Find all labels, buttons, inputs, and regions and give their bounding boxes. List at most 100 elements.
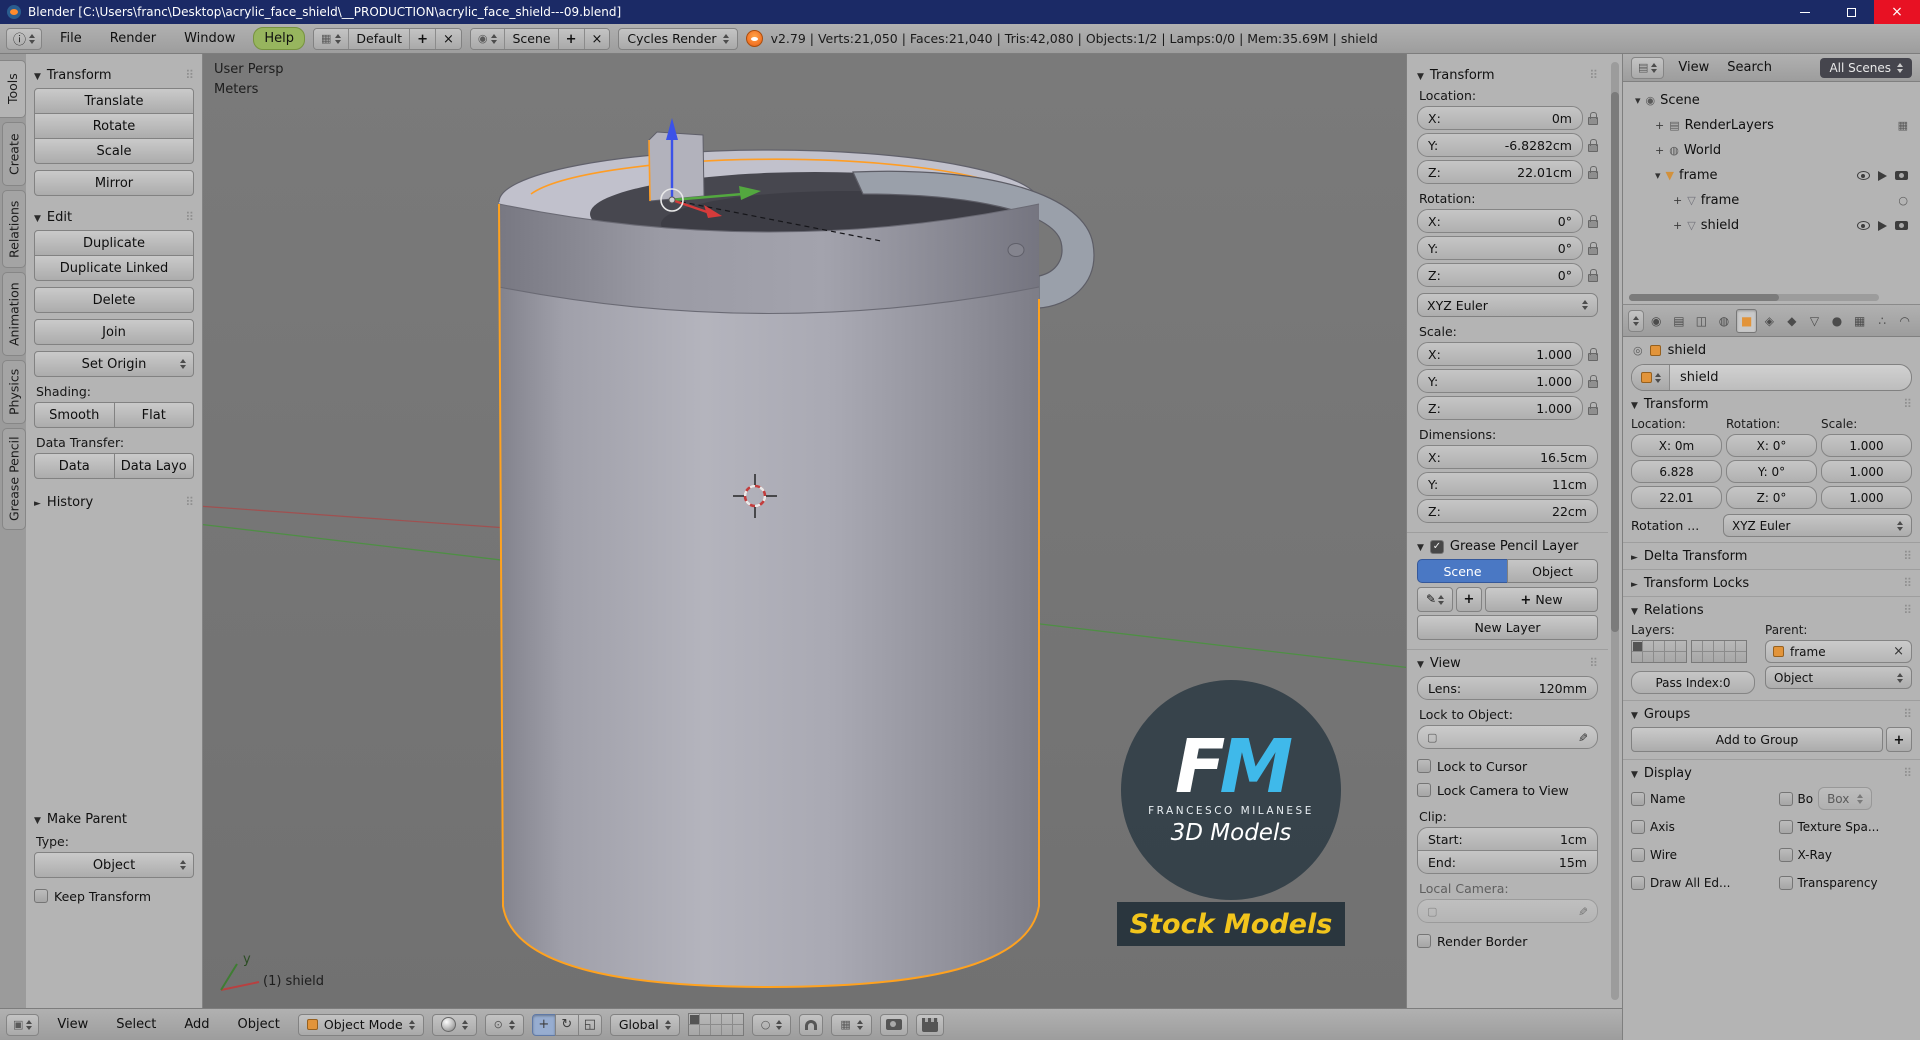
scene-browse[interactable]: ◉ <box>470 28 506 49</box>
delta-transform-panel-header[interactable]: Delta Transform <box>1631 549 1912 564</box>
menu-render[interactable]: Render <box>100 28 166 49</box>
gp-add-button[interactable] <box>1456 587 1482 612</box>
scale-x-field[interactable]: 1.000 <box>1821 434 1912 457</box>
make-parent-panel-header[interactable]: Make Parent <box>34 812 194 827</box>
scrollbar-thumb[interactable] <box>1629 294 1779 301</box>
lens-field[interactable]: Lens: 120mm <box>1417 676 1598 700</box>
clip-end-field[interactable]: End: 15m <box>1417 850 1598 874</box>
renderability-toggle-icon[interactable] <box>1895 221 1908 230</box>
lock-icon[interactable] <box>1588 374 1598 388</box>
render-engine-select[interactable]: Cycles Render <box>618 27 738 50</box>
location-y-field[interactable]: 6.828 <box>1631 460 1722 483</box>
translate-button[interactable]: Translate <box>34 88 194 114</box>
clear-icon[interactable] <box>1893 644 1904 659</box>
parent-type-select[interactable]: Object <box>34 852 194 878</box>
display-all-edges-checkbox[interactable] <box>1631 875 1645 890</box>
lock-icon[interactable] <box>1588 241 1598 255</box>
location-x-field[interactable]: X: 0m <box>1417 106 1583 130</box>
menu-add[interactable]: Add <box>174 1014 219 1035</box>
tab-relations[interactable]: Relations <box>2 190 26 268</box>
scale-x-field[interactable]: X: 1.000 <box>1417 342 1583 366</box>
parent-field[interactable]: frame <box>1765 640 1912 663</box>
expand-icon[interactable] <box>1655 168 1661 183</box>
scene-name[interactable]: Scene <box>505 28 559 49</box>
add-layout-button[interactable] <box>410 28 436 49</box>
object-name-field[interactable]: shield <box>1631 364 1912 391</box>
manipulator-translate-button[interactable]: + <box>531 1013 556 1036</box>
tab-scene[interactable]: ◫ <box>1691 309 1712 333</box>
groups-panel-header[interactable]: Groups <box>1631 707 1912 722</box>
new-group-button[interactable] <box>1886 727 1912 752</box>
lock-icon[interactable] <box>1588 347 1598 361</box>
menu-help[interactable]: Help <box>253 27 305 50</box>
lock-icon[interactable] <box>1588 111 1598 125</box>
expand-icon[interactable] <box>1673 218 1682 233</box>
outliner-scrollbar[interactable] <box>1629 294 1879 301</box>
duplicate-linked-button[interactable]: Duplicate Linked <box>34 255 194 281</box>
display-panel-header[interactable]: Display <box>1631 766 1912 781</box>
display-texspace-checkbox[interactable] <box>1778 819 1793 834</box>
viewport-shading-select[interactable] <box>431 1013 477 1036</box>
opengl-render-anim-button[interactable] <box>915 1013 944 1036</box>
npanel-transform-header[interactable]: Transform <box>1417 68 1598 83</box>
display-bounds-checkbox[interactable] <box>1778 791 1793 806</box>
lock-icon[interactable] <box>1588 401 1598 415</box>
pin-icon[interactable]: ◎ <box>1633 345 1643 356</box>
tab-material[interactable]: ● <box>1827 309 1848 333</box>
outliner-row-shield[interactable]: ▽ shield <box>1629 213 1916 238</box>
menu-window[interactable]: Window <box>174 28 245 49</box>
outliner-menu-search[interactable]: Search <box>1723 58 1776 77</box>
tab-physics[interactable]: Physics <box>2 360 26 424</box>
close-button[interactable]: × <box>1874 0 1920 24</box>
manipulator-z-arrow[interactable] <box>666 118 678 140</box>
proportional-edit-select[interactable]: ○ <box>751 1013 792 1036</box>
location-y-field[interactable]: Y: -6.8282cm <box>1417 133 1583 157</box>
history-panel-header[interactable]: History <box>34 495 194 510</box>
snap-element-select[interactable]: ▦ <box>831 1013 872 1036</box>
tab-render-layers[interactable]: ▤ <box>1669 309 1690 333</box>
maximize-button[interactable] <box>1828 0 1874 24</box>
visibility-toggle-icon[interactable] <box>1857 171 1870 180</box>
rotation-x-field[interactable]: X: 0° <box>1417 209 1583 233</box>
renderability-toggle-icon[interactable] <box>1895 171 1908 180</box>
menu-view[interactable]: View <box>47 1014 98 1035</box>
outliner-row-frame-object[interactable]: ▼ frame <box>1629 163 1916 188</box>
gp-source-object-button[interactable]: Object <box>1507 559 1598 583</box>
manipulator-rotate-button[interactable]: ↻ <box>554 1013 579 1036</box>
relations-panel-header[interactable]: Relations <box>1631 603 1912 618</box>
add-scene-button[interactable] <box>558 28 585 49</box>
grease-pencil-panel-header[interactable]: Grease Pencil Layer <box>1417 539 1598 554</box>
rotation-z-field[interactable]: Z: 0° <box>1417 263 1583 287</box>
tab-texture[interactable]: ▦ <box>1849 309 1870 333</box>
lock-to-cursor-checkbox[interactable] <box>1417 759 1431 773</box>
rotation-z-field[interactable]: Z: 0° <box>1726 486 1817 509</box>
transform-orientation-select[interactable]: Global <box>609 1013 680 1036</box>
editor-type-selector[interactable] <box>6 27 43 50</box>
clip-start-field[interactable]: Start: 1cm <box>1417 827 1598 851</box>
outliner-menu-view[interactable]: View <box>1674 58 1713 77</box>
delete-scene-button[interactable] <box>584 28 610 49</box>
outliner-row-scene[interactable]: ◉ Scene <box>1629 88 1916 113</box>
lock-to-object-field[interactable]: ▢ <box>1417 725 1598 749</box>
pivot-point-select[interactable]: ⊙ <box>484 1013 524 1036</box>
data-transfer-button[interactable]: Data <box>34 453 115 479</box>
npanel-scrollbar[interactable] <box>1611 62 1619 1000</box>
eyedropper-icon[interactable] <box>1578 730 1588 745</box>
menu-file[interactable]: File <box>50 28 92 49</box>
tab-world[interactable]: ◍ <box>1714 309 1735 333</box>
tab-tools[interactable]: Tools <box>0 60 26 118</box>
display-axis-checkbox[interactable] <box>1631 819 1645 834</box>
menu-select[interactable]: Select <box>106 1014 166 1035</box>
transform-locks-panel-header[interactable]: Transform Locks <box>1631 576 1912 591</box>
gp-source-scene-button[interactable]: Scene <box>1417 559 1508 583</box>
rotation-y-field[interactable]: Y: 0° <box>1726 460 1817 483</box>
shade-smooth-button[interactable]: Smooth <box>34 402 115 428</box>
bounds-type-select[interactable]: Box <box>1818 787 1873 810</box>
viewport-3d[interactable]: User Persp Meters y (1) shield FM FRANCE… <box>203 54 1406 1008</box>
display-xray-checkbox[interactable] <box>1778 847 1793 862</box>
tab-object-data[interactable]: ▽ <box>1804 309 1825 333</box>
snap-toggle-button[interactable] <box>799 1013 824 1036</box>
lock-icon[interactable] <box>1588 268 1598 282</box>
manipulator-scale-button[interactable]: ◱ <box>577 1013 602 1036</box>
lock-icon[interactable] <box>1588 138 1598 152</box>
